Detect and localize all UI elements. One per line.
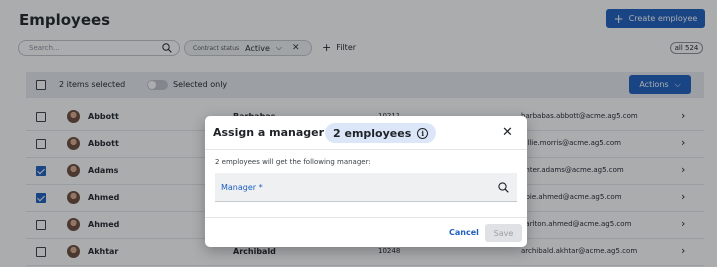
dialog-header: Assign a manager for 2 employees i ✕: [205, 116, 527, 150]
employees-chip-label: 2 employees: [333, 126, 412, 140]
cancel-button[interactable]: Cancel: [449, 228, 479, 237]
info-icon[interactable]: i: [417, 127, 429, 139]
search-icon[interactable]: [498, 182, 509, 193]
dialog-description: 2 employees will get the following manag…: [215, 158, 371, 166]
dialog-footer: Cancel Save: [205, 217, 527, 247]
close-icon[interactable]: ✕: [502, 125, 513, 140]
assign-manager-dialog: Assign a manager for 2 employees i ✕ 2 e…: [205, 116, 527, 247]
manager-field-label: Manager *: [221, 183, 263, 192]
save-button[interactable]: Save: [485, 224, 522, 242]
employees-chip[interactable]: 2 employees i: [325, 123, 437, 143]
manager-field[interactable]: Manager *: [215, 173, 517, 202]
